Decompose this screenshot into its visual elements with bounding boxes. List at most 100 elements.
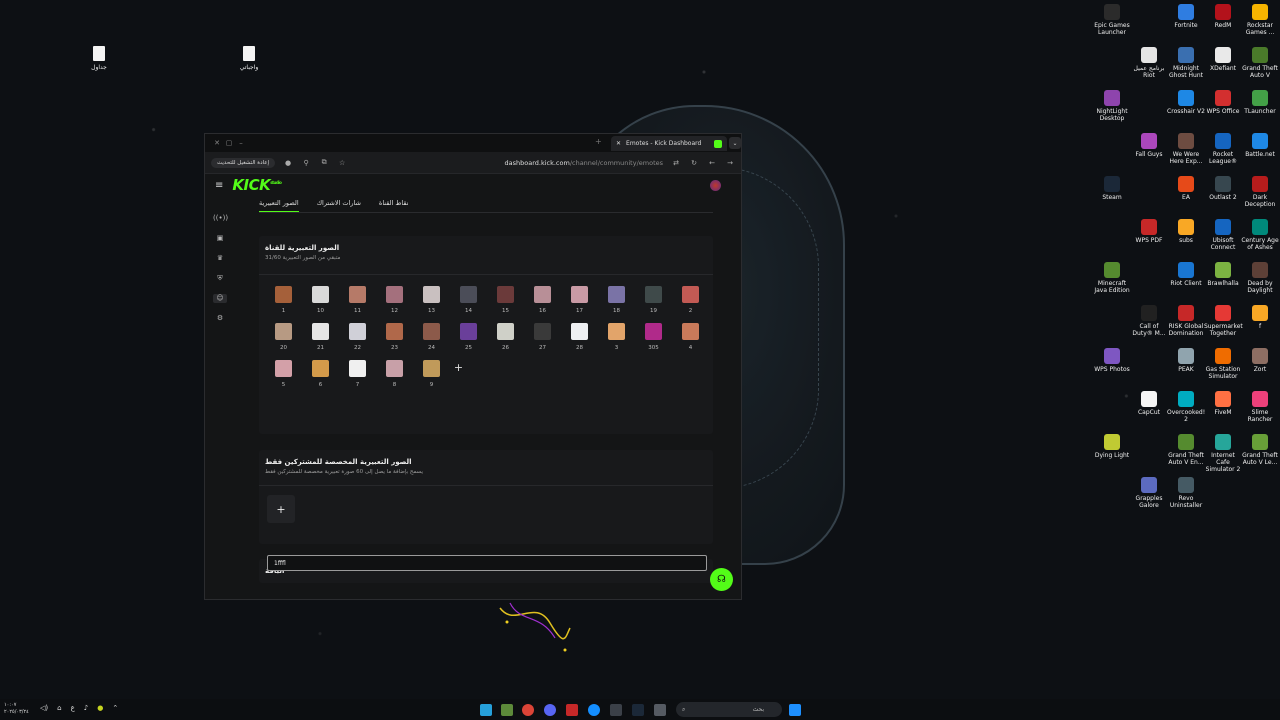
kick-logo[interactable]: KICKstudio (232, 176, 281, 194)
desktop-shortcut[interactable]: subs (1167, 219, 1205, 244)
menu-hamburger-icon[interactable]: ≡ (215, 180, 223, 191)
tab-close-icon[interactable]: ✕ (616, 140, 621, 147)
desktop-shortcut[interactable]: Grapples Galore (1130, 477, 1168, 509)
emote-item[interactable]: 6 (302, 360, 339, 388)
package-input[interactable]: 1fffl (267, 555, 707, 571)
desktop-shortcut[interactable]: برنامج عميل Riot (1130, 47, 1168, 79)
emote-item[interactable]: 22 (339, 323, 376, 351)
emote-item[interactable]: 1 (265, 286, 302, 314)
emote-item[interactable]: 15 (487, 286, 524, 314)
network-icon[interactable]: ⌂ (57, 704, 61, 712)
taskbar-search-input[interactable]: ⌕ بحث (676, 702, 782, 717)
desktop-shortcut[interactable]: Minecraft Java Edition (1093, 262, 1131, 294)
desktop-shortcut[interactable]: Supermarket Together (1204, 305, 1243, 337)
tab-list-chevron-icon[interactable]: ⌄ (729, 137, 741, 149)
user-avatar[interactable] (710, 180, 721, 191)
desktop-shortcut[interactable]: FiveM (1204, 391, 1242, 416)
desktop-shortcut[interactable]: NightLight Desktop (1093, 90, 1131, 122)
maximize-window-icon[interactable]: ▢ (223, 137, 235, 149)
desktop-shortcut[interactable]: WPS Photos (1093, 348, 1131, 373)
desktop-shortcut[interactable]: TLauncher (1241, 90, 1279, 115)
desktop-shortcut[interactable]: WPS Office (1204, 90, 1242, 115)
tab-sub-badges[interactable]: شارات الاشتراك (317, 199, 361, 213)
desktop-shortcut[interactable]: Fall Guys (1130, 133, 1168, 158)
desktop-shortcut[interactable]: Midnight Ghost Hunt (1167, 47, 1205, 79)
desktop-shortcut[interactable]: Zort (1241, 348, 1279, 373)
emote-item[interactable]: 24 (413, 323, 450, 351)
desktop-shortcut[interactable]: XDefiant (1204, 47, 1242, 72)
desktop-shortcut[interactable]: f (1241, 305, 1279, 330)
live-icon[interactable]: ((•)) (213, 214, 228, 223)
emote-item[interactable]: 17 (561, 286, 598, 314)
desktop-shortcut[interactable]: Riot Client (1167, 262, 1205, 287)
desktop-shortcut[interactable]: Gas Station Simulator (1204, 348, 1242, 380)
emote-item[interactable]: 18 (598, 286, 635, 314)
desktop-shortcut[interactable]: Brawlhalla (1204, 262, 1242, 287)
analytics-icon[interactable]: ▣ (213, 234, 227, 243)
mic-icon[interactable]: ♪ (84, 704, 88, 712)
tab-emotes[interactable]: الصور التعبيرية (259, 199, 299, 213)
relaunch-to-update-button[interactable]: إعادة التشغيل للتحديث (211, 157, 276, 168)
browser-taskbar-icon[interactable] (610, 704, 622, 716)
emote-item[interactable]: 28 (561, 323, 598, 351)
desktop-shortcut[interactable]: Dying Light (1093, 434, 1131, 459)
new-tab-icon[interactable]: + (595, 137, 602, 146)
calendar-app-icon[interactable] (566, 704, 578, 716)
emote-item[interactable]: 4 (672, 323, 709, 351)
desktop-shortcut[interactable]: Grand Theft Auto V Le... (1241, 434, 1279, 466)
emote-item[interactable]: 20 (265, 323, 302, 351)
desktop-shortcut[interactable]: Overcooked! 2 (1167, 391, 1205, 423)
volume-icon[interactable]: ◁) (40, 704, 48, 712)
emote-item[interactable]: 26 (487, 323, 524, 351)
emote-item[interactable]: 21 (302, 323, 339, 351)
trophy-icon[interactable]: ♛ (213, 254, 227, 263)
desktop-shortcut[interactable]: Rocket League® (1204, 133, 1242, 165)
desktop-shortcut[interactable]: Dead by Daylight (1241, 262, 1279, 294)
screenshot-icon[interactable]: ⧉ (319, 158, 329, 167)
minecraft-taskbar-icon[interactable] (501, 704, 513, 716)
emote-item[interactable]: 14 (450, 286, 487, 314)
desktop-shortcut[interactable]: WPS PDF (1130, 219, 1168, 244)
emote-item[interactable]: 27 (524, 323, 561, 351)
settings-gear-icon[interactable]: ⚙ (213, 314, 227, 323)
emote-item[interactable]: 8 (376, 360, 413, 388)
emote-item[interactable]: 11 (339, 286, 376, 314)
forward-icon[interactable]: ← (707, 159, 717, 167)
desktop-shortcut[interactable]: Epic Games Launcher (1093, 4, 1131, 36)
desktop-shortcut[interactable]: Fortnite (1167, 4, 1205, 29)
emote-item[interactable]: 305 (635, 323, 672, 351)
desktop-shortcut[interactable]: Grand Theft Auto V (1241, 47, 1279, 79)
browser-tab[interactable]: ✕ Emotes - Kick Dashboard (611, 136, 727, 151)
desktop-shortcut[interactable]: Ubisoft Connect (1204, 219, 1242, 251)
chrome-icon[interactable] (522, 704, 534, 716)
close-window-icon[interactable]: ✕ (211, 137, 223, 149)
desktop-shortcut[interactable]: Century Age of Ashes (1241, 219, 1279, 251)
emote-item[interactable]: 23 (376, 323, 413, 351)
add-subscriber-emote-button[interactable]: + (267, 495, 295, 523)
desktop-file-icon[interactable]: جداول (80, 46, 118, 71)
file-explorer-icon[interactable] (480, 704, 492, 716)
desktop-file-icon[interactable]: واجباتي (230, 46, 268, 71)
desktop-shortcut[interactable]: Steam (1093, 176, 1131, 201)
menu-dots-icon[interactable]: ● (283, 159, 293, 167)
emote-item[interactable]: 9 (413, 360, 450, 388)
desktop-shortcut[interactable]: Call of Duty® M... (1130, 305, 1168, 337)
desktop-shortcut[interactable]: Crosshair V2 (1167, 90, 1205, 115)
desktop-shortcut[interactable]: Revo Uninstaller (1167, 477, 1205, 509)
emote-item[interactable]: 3 (598, 323, 635, 351)
taskbar-clock[interactable]: ١٠:٠٧ ٢٠٢٥/٠٣/٢٤ (4, 702, 29, 716)
moderation-icon[interactable]: ⛨ (213, 274, 227, 283)
add-emote-button[interactable]: + (450, 361, 467, 388)
desktop-shortcut[interactable]: Internet Cafe Simulator 2 (1204, 434, 1242, 473)
steam-icon[interactable] (632, 704, 644, 716)
discord-icon[interactable] (544, 704, 556, 716)
desktop-shortcut[interactable]: Grand Theft Auto V En... (1167, 434, 1205, 466)
emote-item[interactable]: 25 (450, 323, 487, 351)
emote-item[interactable]: 16 (524, 286, 561, 314)
site-settings-icon[interactable]: ⇄ (671, 159, 681, 167)
language-indicator[interactable]: ع (71, 704, 75, 712)
url-field[interactable]: dashboard.kick.com/channel/community/emo… (505, 159, 664, 167)
support-headset-icon[interactable]: ☊ (710, 568, 733, 591)
bookmark-star-icon[interactable]: ☆ (337, 159, 347, 167)
chevron-up-icon[interactable]: ⌃ (112, 704, 118, 712)
